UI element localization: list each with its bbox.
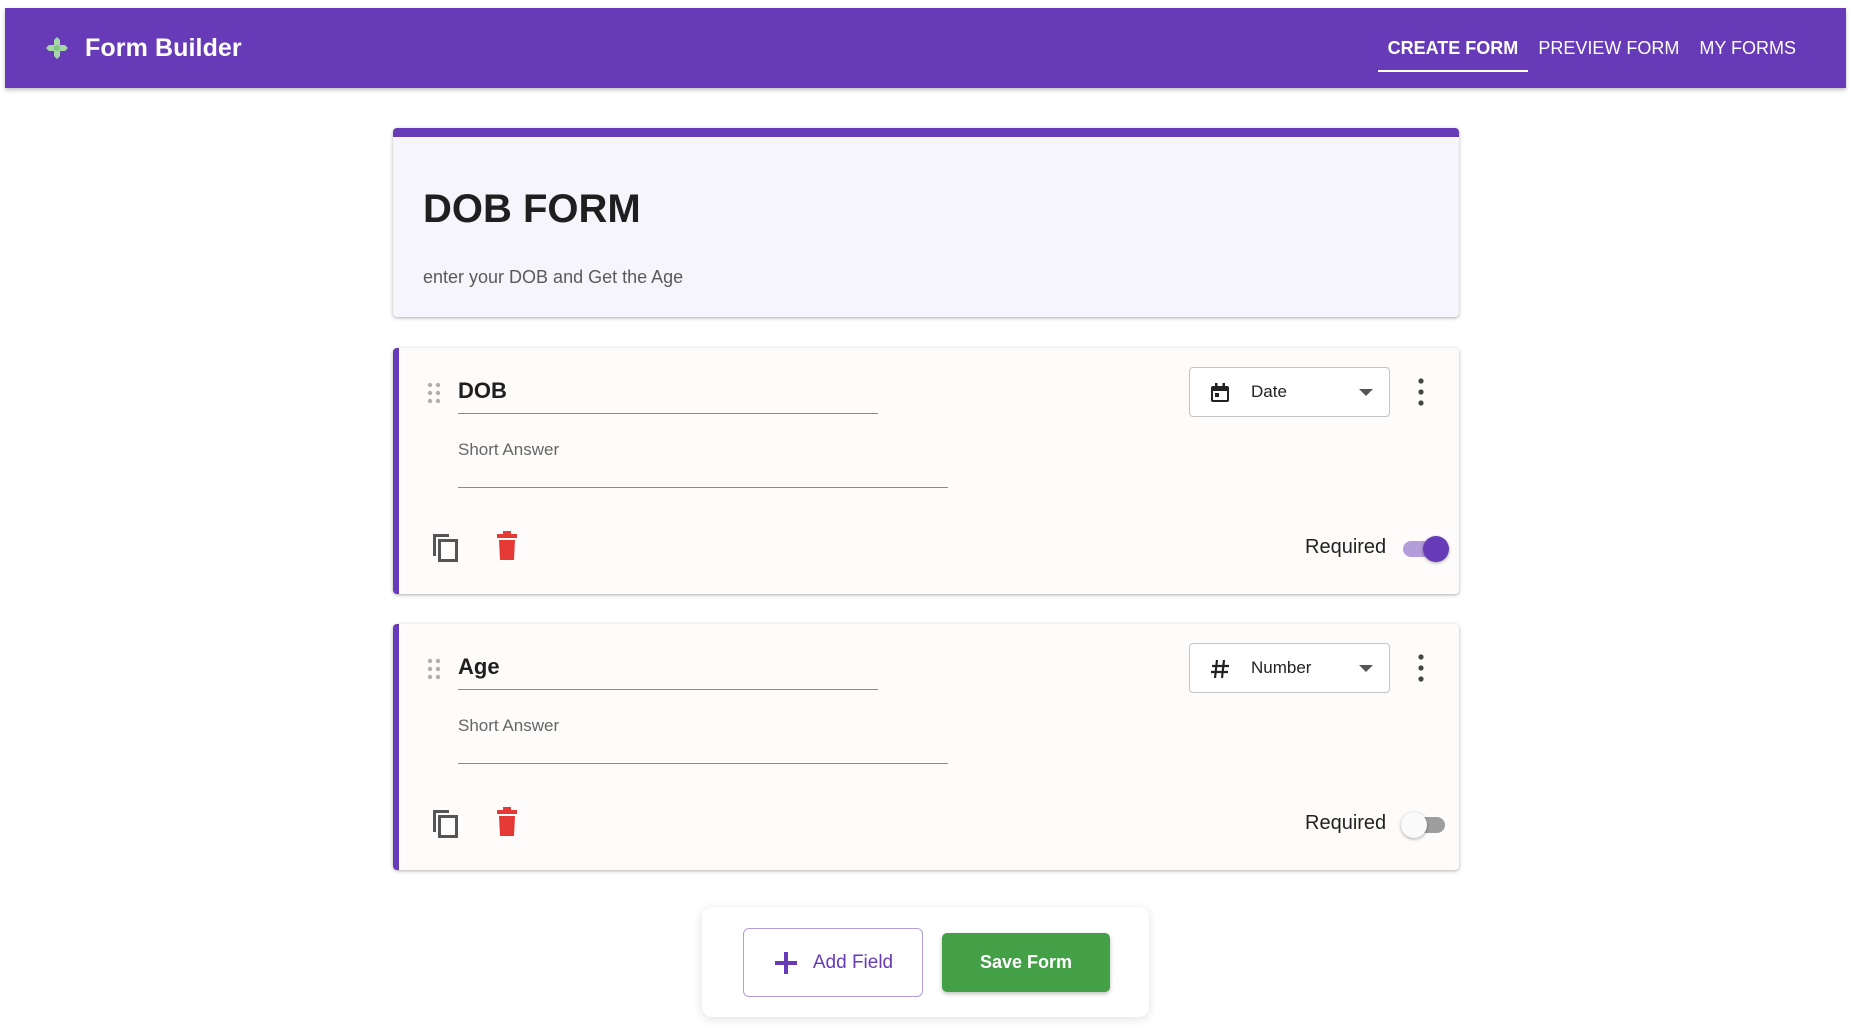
field-type-select[interactable]: Date [1189,367,1390,417]
brand[interactable]: Form Builder [43,8,242,88]
field-type-label: Number [1251,658,1312,677]
short-answer-placeholder: Short Answer [458,716,560,735]
calendar-icon [1207,380,1233,406]
field-type-label: Date [1251,382,1287,401]
form-description[interactable]: enter your DOB and Get the Age [423,267,683,288]
drag-handle-icon[interactable] [427,382,441,404]
puzzle-piece-icon [43,34,71,62]
add-field-button[interactable]: Add Field [743,928,923,997]
app-bar: Form Builder CREATE FORM PREVIEW FORM MY… [5,8,1846,88]
field-label-input[interactable]: Age [458,640,878,690]
nav-tabs: CREATE FORM PREVIEW FORM MY FORMS [1377,8,1806,88]
app-title: Form Builder [85,33,242,62]
required-label: Required [1305,536,1387,558]
short-answer-placeholder: Short Answer [458,440,560,459]
required-toggle[interactable] [1401,810,1449,840]
save-form-button[interactable]: Save Form [942,933,1110,992]
field-label-input[interactable]: DOB [458,364,878,414]
tab-my-forms[interactable]: MY FORMS [1689,8,1806,88]
add-field-label: Add Field [812,951,894,973]
more-vert-icon[interactable] [1409,650,1433,686]
form-header-card: DOB FORM enter your DOB and Get the Age [393,128,1459,317]
tab-create-form[interactable]: CREATE FORM [1377,8,1529,88]
drag-handle-icon[interactable] [427,658,441,680]
copy-icon[interactable] [429,806,461,840]
required-toggle[interactable] [1401,534,1449,564]
delete-icon[interactable] [494,807,520,837]
short-answer-field[interactable]: Short Answer [458,436,948,488]
required-label: Required [1305,812,1387,834]
chevron-down-icon [1359,389,1373,396]
copy-icon[interactable] [429,530,461,564]
more-vert-icon[interactable] [1409,374,1433,410]
chevron-down-icon [1359,665,1373,672]
form-title[interactable]: DOB FORM [423,187,641,232]
field-label: Age [458,654,500,679]
action-bar: Add Field Save Form [702,907,1149,1017]
short-answer-field[interactable]: Short Answer [458,712,948,764]
field-type-select[interactable]: Number [1189,643,1390,693]
field-card: Age Short Answer Number Required [393,624,1459,870]
plus-icon [774,951,797,974]
field-label: DOB [458,378,507,403]
hash-icon [1207,656,1233,682]
field-card: DOB Short Answer Date Required [393,348,1459,594]
delete-icon[interactable] [494,531,520,561]
tab-preview-form[interactable]: PREVIEW FORM [1528,8,1689,88]
